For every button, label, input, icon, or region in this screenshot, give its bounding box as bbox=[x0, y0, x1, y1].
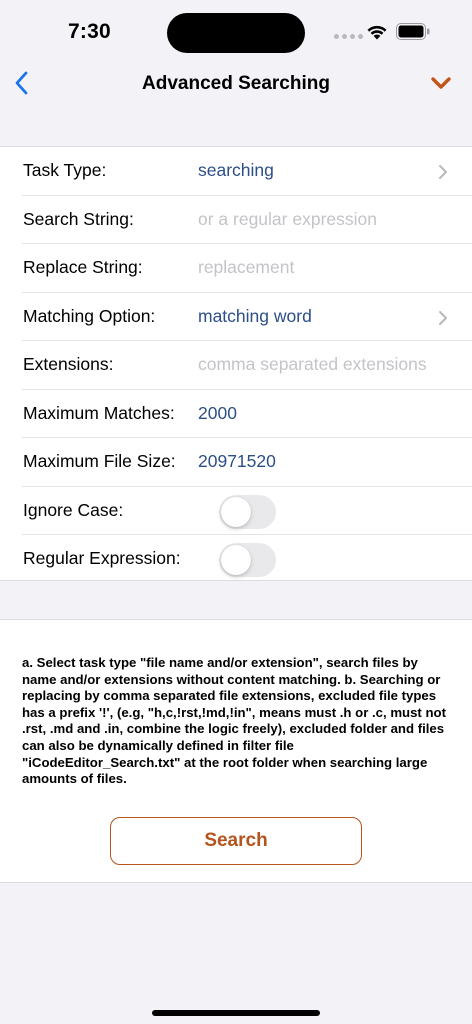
matching-option-label: Matching Option: bbox=[23, 305, 156, 326]
matching-option-value[interactable]: matching word bbox=[198, 306, 312, 327]
regular-expression-label: Regular Expression: bbox=[23, 548, 181, 568]
maximum-matches-row: Maximum Matches: 2000 bbox=[0, 390, 472, 438]
replace-string-row: Replace String: replacement bbox=[0, 244, 472, 293]
chevron-right-icon bbox=[439, 310, 447, 325]
maximum-matches-input[interactable]: 2000 bbox=[198, 403, 237, 424]
battery-icon bbox=[396, 23, 430, 40]
help-description: a. Select task type "file name and/or ex… bbox=[22, 655, 446, 787]
task-type-row[interactable]: Task Type: searching bbox=[0, 147, 472, 196]
replace-string-label: Replace String: bbox=[23, 257, 143, 277]
search-string-input[interactable]: or a regular expression bbox=[198, 209, 377, 230]
search-string-row: Search String: or a regular expression bbox=[0, 196, 472, 244]
ignore-case-toggle[interactable] bbox=[219, 494, 276, 529]
info-section: a. Select task type "file name and/or ex… bbox=[0, 619, 472, 883]
regular-expression-row: Regular Expression: bbox=[0, 535, 472, 584]
replace-string-input[interactable]: replacement bbox=[198, 257, 294, 278]
maximum-file-size-row: Maximum File Size: 20971520 bbox=[0, 438, 472, 487]
extensions-label: Extensions: bbox=[23, 354, 114, 374]
maximum-matches-label: Maximum Matches: bbox=[23, 402, 175, 423]
search-options-form: Task Type: searching Search String: or a… bbox=[0, 146, 472, 581]
chevron-right-icon bbox=[439, 165, 447, 179]
matching-option-row[interactable]: Matching Option: matching word bbox=[0, 293, 472, 341]
chevron-down-icon[interactable] bbox=[430, 75, 452, 91]
toggle-knob bbox=[221, 496, 251, 527]
regular-expression-toggle[interactable] bbox=[219, 543, 276, 577]
search-string-label: Search String: bbox=[23, 208, 134, 229]
maximum-file-size-input[interactable]: 20971520 bbox=[198, 451, 276, 472]
maximum-file-size-label: Maximum File Size: bbox=[23, 451, 176, 471]
ignore-case-label: Ignore Case: bbox=[23, 499, 124, 520]
status-time: 7:30 bbox=[68, 20, 111, 43]
page-title: Advanced Searching bbox=[142, 73, 330, 94]
toggle-knob bbox=[221, 545, 251, 575]
navigation-bar: Advanced Searching bbox=[0, 60, 472, 108]
dynamic-island bbox=[167, 13, 305, 53]
task-type-value[interactable]: searching bbox=[198, 160, 274, 181]
ignore-case-row: Ignore Case: bbox=[0, 487, 472, 535]
wifi-icon bbox=[367, 25, 387, 40]
extensions-row: Extensions: comma separated extensions bbox=[0, 341, 472, 390]
status-bar: 7:30 bbox=[0, 0, 472, 60]
extensions-input[interactable]: comma separated extensions bbox=[198, 354, 427, 375]
home-indicator bbox=[152, 1010, 320, 1016]
search-button[interactable]: Search bbox=[110, 817, 362, 865]
task-type-label: Task Type: bbox=[23, 160, 107, 180]
cellular-signal-icon bbox=[334, 34, 363, 39]
